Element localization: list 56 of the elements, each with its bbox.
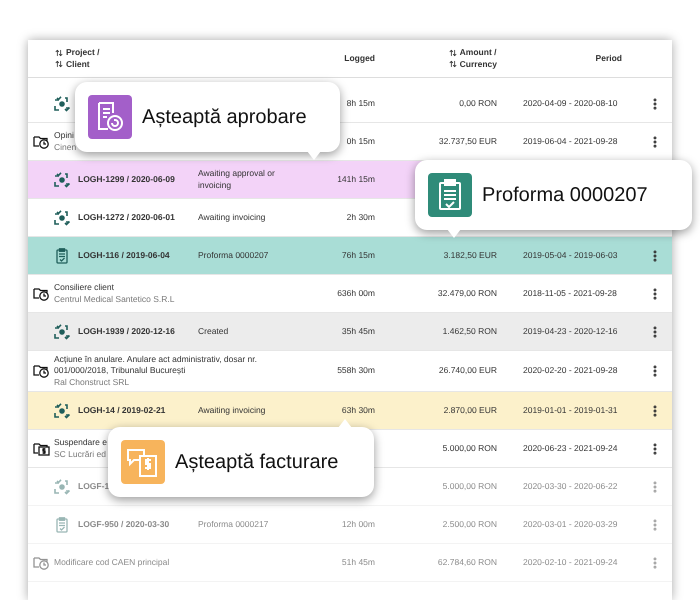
project-title: Opini: [54, 130, 75, 142]
period: 2018-11-05 - 2021-09-28: [523, 288, 617, 300]
status-text: Awaiting invoicing: [198, 404, 266, 416]
period: 2020-02-20 - 2021-09-28: [523, 365, 618, 377]
logged-time: 35h 45m: [342, 326, 375, 338]
amount: 32.737,50 EUR: [438, 136, 497, 148]
client-name: SC Lucrări ed: [54, 448, 107, 460]
logged-time: 76h 15m: [342, 250, 375, 262]
period: 2019-01-01 - 2019-01-31: [523, 404, 618, 416]
client-name: Cinen: [54, 142, 76, 153]
project-title: Consiliere client: [54, 282, 115, 294]
log-id: LOGH-1299 / 2020-06-09: [78, 174, 175, 186]
period: 2019-04-23 - 2020-12-16: [523, 326, 618, 338]
client-name: Ral Chonstruct SRL: [54, 376, 130, 388]
amount: 2.500,00 RON: [442, 518, 497, 530]
status-text: Created: [198, 326, 228, 338]
logged-time: 0h 15m: [346, 136, 375, 148]
amount: 5.000,00 RON: [442, 442, 497, 454]
amount: 32.479,00 RON: [438, 288, 497, 300]
period: 2020-06-23 - 2021-09-24: [523, 442, 618, 454]
log-id: LOGH-1272 / 2020-06-01: [78, 212, 175, 224]
amount: 0,00 RON: [459, 98, 497, 110]
period: 2020-03-01 - 2020-03-29: [523, 518, 618, 530]
amount: 26.740,00 EUR: [438, 365, 497, 377]
callout-text: Așteaptă facturare: [175, 450, 338, 474]
status-text: Proforma 0000217: [198, 518, 268, 530]
logged-time: 558h 30m: [337, 365, 375, 377]
log-id: LOGF-1: [78, 480, 110, 492]
log-id: LOGF-950 / 2020-03-30: [78, 518, 170, 530]
period: 2019-05-04 - 2019-06-03: [523, 250, 618, 262]
amount: 2.870,00 EUR: [444, 404, 497, 416]
period: 2020-02-10 - 2021-09-24: [523, 556, 618, 568]
project-title: Acțiune în anulare. Anulare act administrativ, dosar nr. 001/000/2018, Tribunalul București: [54, 354, 258, 377]
status-text: Awaiting approval or invoicing: [198, 168, 276, 191]
status-text: Awaiting invoicing: [198, 212, 266, 224]
logged-time: 51h 45m: [342, 556, 375, 568]
amount: 3.182,50 EUR: [444, 250, 497, 262]
period: 2020-03-30 - 2020-06-22: [523, 480, 618, 492]
logged-time: 636h 00m: [337, 288, 375, 300]
logged-time: 8h 15m: [346, 98, 375, 110]
status-text: Proforma 0000207: [198, 250, 268, 262]
amount: 5.000,00 RON: [442, 480, 497, 492]
amount: 62.784,60 RON: [438, 556, 497, 568]
client-name: Centrul Medical Santetico S.R.L: [54, 294, 174, 305]
period: 2019-06-04 - 2021-09-28: [523, 136, 618, 148]
logged-time: 63h 30m: [342, 404, 375, 416]
logged-time: 2h 30m: [346, 212, 375, 224]
log-id: LOGH-116 / 2019-06-04: [78, 250, 170, 262]
project-title: Suspendare e: [54, 437, 107, 448]
logged-time: 12h 00m: [342, 518, 375, 530]
log-id: LOGH-14 / 2019-02-21: [78, 404, 166, 416]
period: 2020-04-09 - 2020-08-10: [523, 98, 618, 110]
project-title: Modificare cod CAEN principal: [54, 556, 170, 568]
log-id: LOGH-1939 / 2020-12-16: [78, 326, 175, 338]
amount: 1.462,50 RON: [442, 326, 497, 338]
logged-time: 141h 15m: [337, 174, 375, 186]
